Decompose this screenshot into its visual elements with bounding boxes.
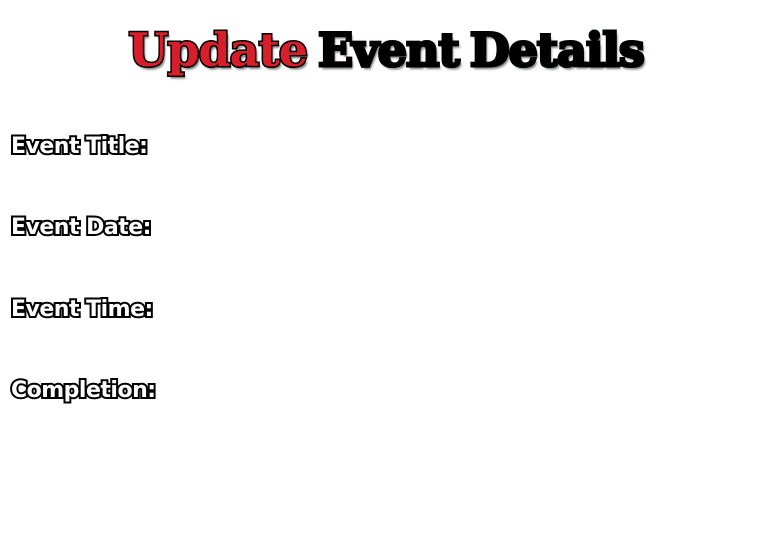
title-word-update: Update bbox=[127, 22, 310, 79]
event-title-label: Event Title: bbox=[9, 134, 150, 160]
page-title: Update Event Details bbox=[0, 14, 772, 86]
title-word-details: Details bbox=[468, 22, 646, 79]
completion-label: Completion: bbox=[9, 378, 158, 404]
title-word-event: Event bbox=[316, 22, 461, 79]
event-date-label: Event Date: bbox=[9, 215, 153, 241]
event-time-label: Event Time: bbox=[9, 297, 155, 323]
